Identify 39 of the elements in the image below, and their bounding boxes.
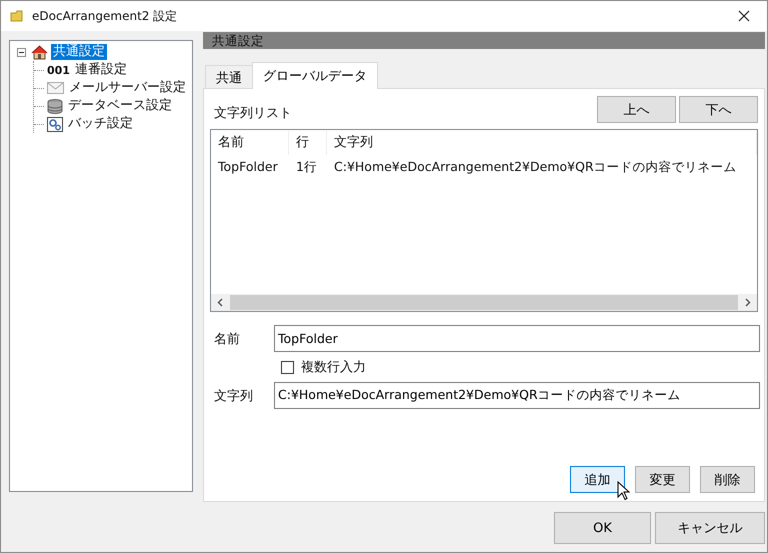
house-icon [31, 44, 48, 60]
table-cell-text: TopFolder [217, 158, 279, 176]
column-header[interactable]: 文字列 [327, 131, 757, 155]
tab[interactable]: 共通 [205, 65, 253, 89]
table-cell-text: C:¥Home¥eDocArrangement2¥Demo¥QRコードの内容でリネーム [333, 158, 738, 176]
counter-number: 001 [47, 64, 70, 76]
list-title: 文字列リスト [213, 104, 292, 122]
table-cell-text: 1行 [295, 158, 318, 176]
column-header[interactable]: 行 [289, 131, 327, 155]
tree-item[interactable]: 連番設定 [72, 62, 129, 78]
collapse-icon[interactable] [17, 48, 26, 56]
close-icon [738, 10, 750, 22]
tree-item[interactable]: データベース設定 [66, 98, 174, 114]
action-button[interactable]: 追加 [570, 466, 625, 493]
move-button[interactable]: 下へ [679, 96, 758, 123]
dialog-button[interactable]: キャンセル [655, 512, 765, 544]
field-label: 文字列 [213, 388, 254, 404]
column-header[interactable]: 名前 [211, 131, 289, 155]
checkbox[interactable] [281, 360, 294, 374]
string-field[interactable]: C:¥Home¥eDocArrangement2¥Demo¥QRコードの内容でリネーム [274, 382, 760, 409]
dialog-button[interactable]: OK [554, 512, 651, 544]
database-icon [47, 98, 63, 114]
section-header: 共通設定 [203, 32, 765, 49]
tree-item[interactable]: バッチ設定 [66, 116, 135, 132]
name-field[interactable]: TopFolder [274, 325, 760, 352]
tab[interactable]: グローバルデータ [252, 62, 378, 89]
tree-item[interactable]: メールサーバー設定 [67, 80, 188, 96]
tree-item[interactable]: 共通設定 [51, 44, 107, 60]
horizontal-scrollbar[interactable] [211, 294, 757, 311]
window-title: eDocArrangement2 設定 [32, 8, 178, 24]
checkbox-label: 複数行入力 [301, 359, 366, 376]
envelope-icon [47, 82, 64, 94]
move-button[interactable]: 上へ [597, 96, 676, 123]
field-label: 名前 [213, 330, 241, 348]
action-button[interactable]: 削除 [700, 466, 755, 493]
action-button[interactable]: 変更 [635, 466, 690, 493]
scroll-right-icon[interactable] [744, 298, 751, 307]
scroll-left-icon[interactable] [217, 298, 224, 307]
folder-icon [10, 9, 24, 23]
